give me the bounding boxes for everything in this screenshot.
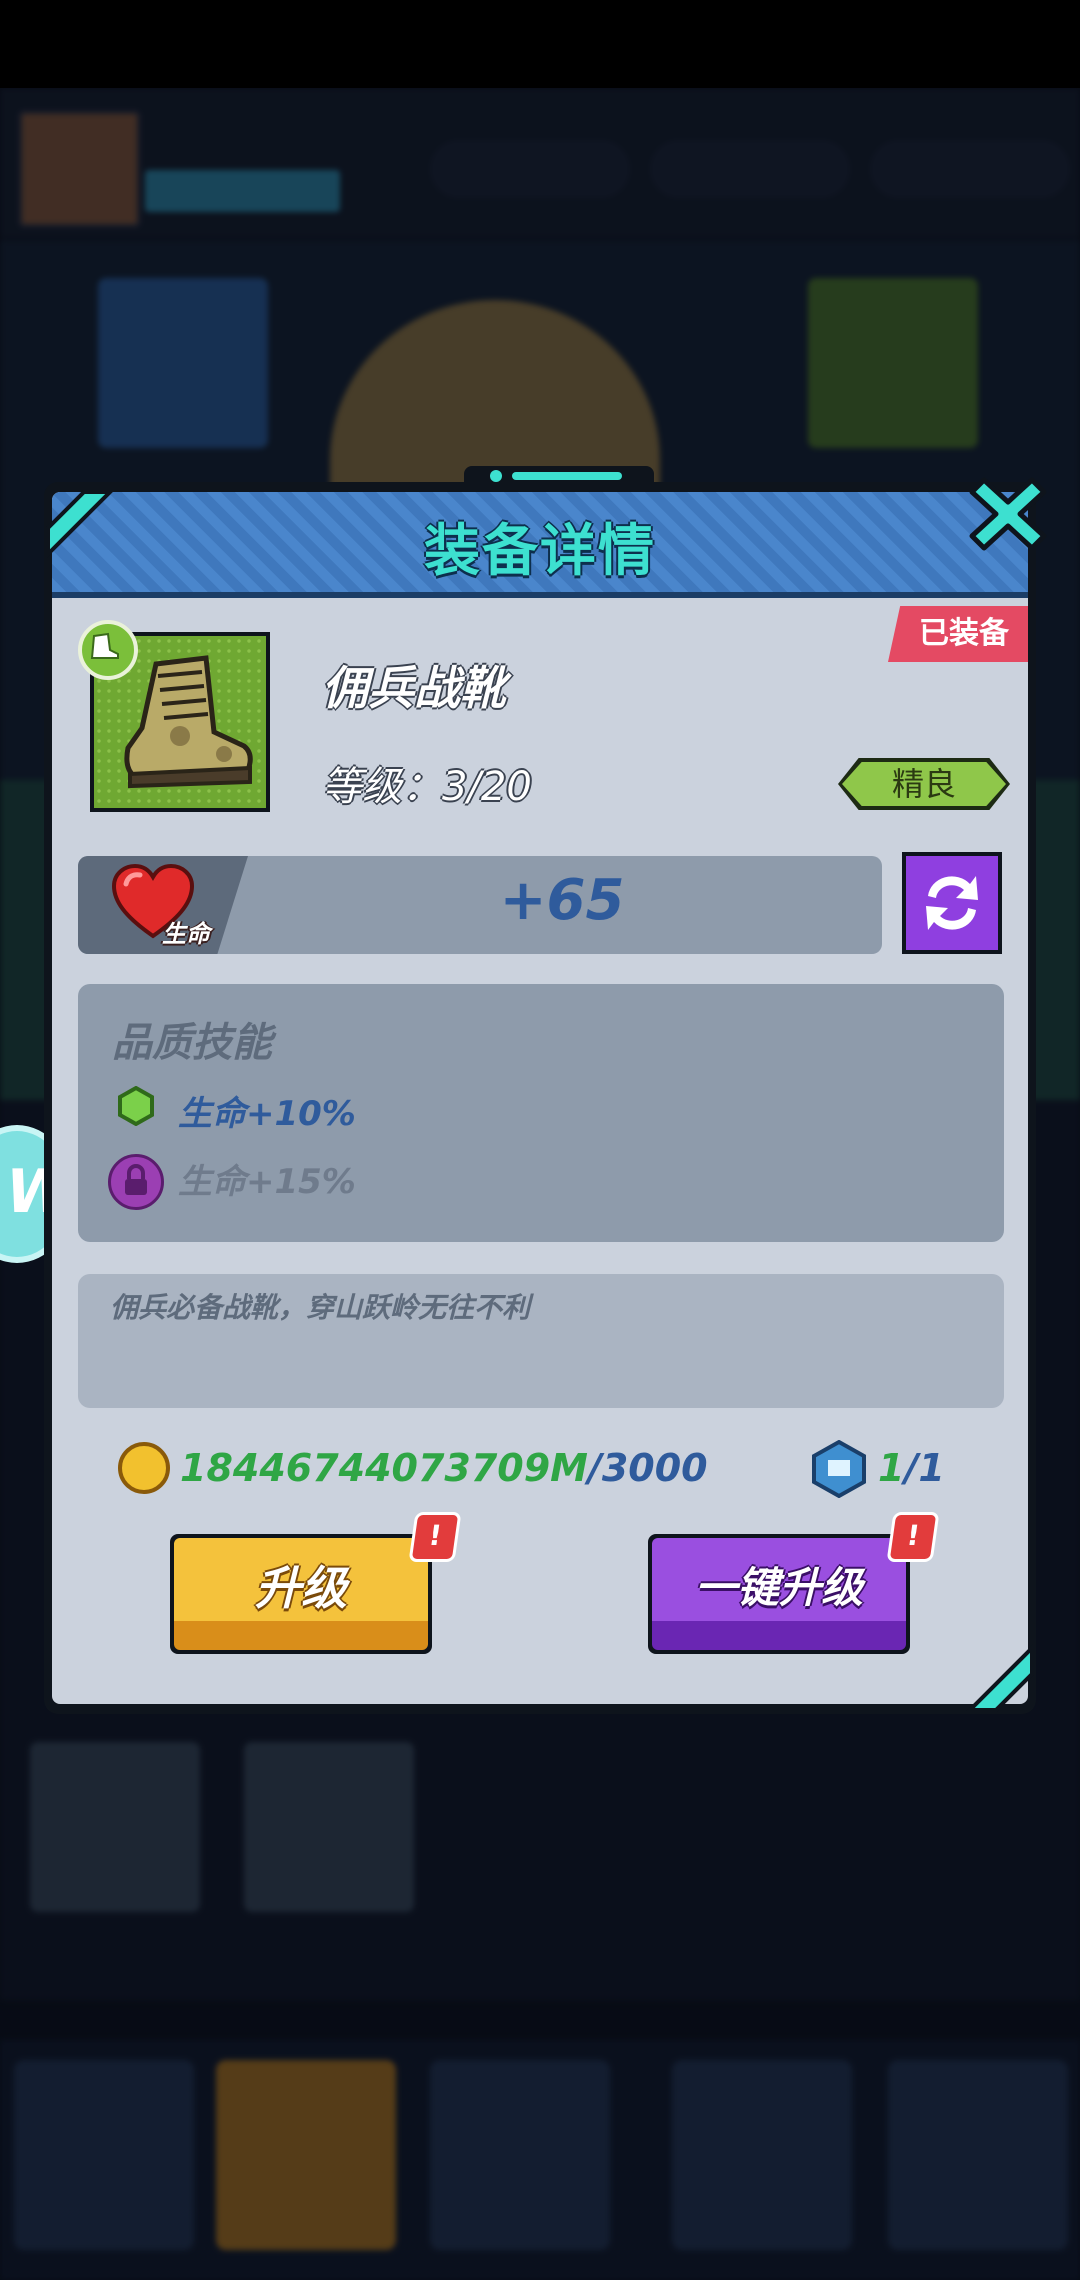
stone-owned: 1	[878, 1446, 905, 1490]
quality-skill-2: 生命+15%	[178, 1162, 356, 1202]
status-bar	[0, 0, 1080, 88]
corner-decoration-top-left	[46, 490, 114, 558]
header-tab-decoration	[464, 466, 654, 488]
stat-value: +65	[499, 868, 625, 933]
dialog-body: 装备详情 已装备 佣兵战靴 等级：3/20 精良 生命 +65 品质技能 生命+…	[52, 492, 1028, 1704]
dialog-title: 装备详情	[424, 519, 656, 584]
lock-icon	[108, 1154, 164, 1210]
dialog-header: 装备详情	[52, 492, 1028, 598]
one-click-alert-icon: !	[886, 1512, 940, 1562]
stat-label: 生命	[162, 920, 210, 948]
coin-cost: 18446744073709M/3000	[180, 1446, 708, 1490]
one-click-upgrade-button[interactable]: 一键升级	[652, 1538, 906, 1650]
item-name: 佣兵战靴	[322, 661, 506, 715]
item-level: 等级：3/20	[322, 764, 532, 810]
green-hexagon-icon	[118, 1085, 154, 1127]
upgrade-button[interactable]: 升级	[174, 1538, 428, 1650]
refresh-icon	[926, 876, 978, 930]
close-icon[interactable]	[968, 474, 1048, 554]
quality-tag: 精良	[842, 762, 1006, 806]
equipment-detail-dialog: 装备详情 已装备 佣兵战靴 等级：3/20 精良 生命 +65 品质技能 生命+…	[44, 466, 1047, 1714]
coin-required: /3000	[587, 1446, 708, 1490]
upgrade-alert-icon: !	[408, 1512, 462, 1562]
quality-skills-title: 品质技能	[112, 1020, 272, 1066]
coin-owned: 18446744073709M	[180, 1446, 588, 1490]
corner-decoration-bottom-right	[966, 1644, 1034, 1712]
gold-coin-icon	[118, 1442, 170, 1494]
stone-cost: 1/1	[878, 1446, 945, 1490]
equipped-badge: 已装备	[888, 606, 1028, 662]
boot-type-icon	[78, 620, 138, 680]
item-description: 佣兵必备战靴，穿山跃岭无往不利	[110, 1291, 531, 1324]
upgrade-stone-icon	[810, 1439, 868, 1499]
quality-skill-1: 生命+10%	[178, 1094, 356, 1134]
reroll-button[interactable]	[906, 856, 998, 950]
stone-required: /1	[904, 1446, 945, 1490]
